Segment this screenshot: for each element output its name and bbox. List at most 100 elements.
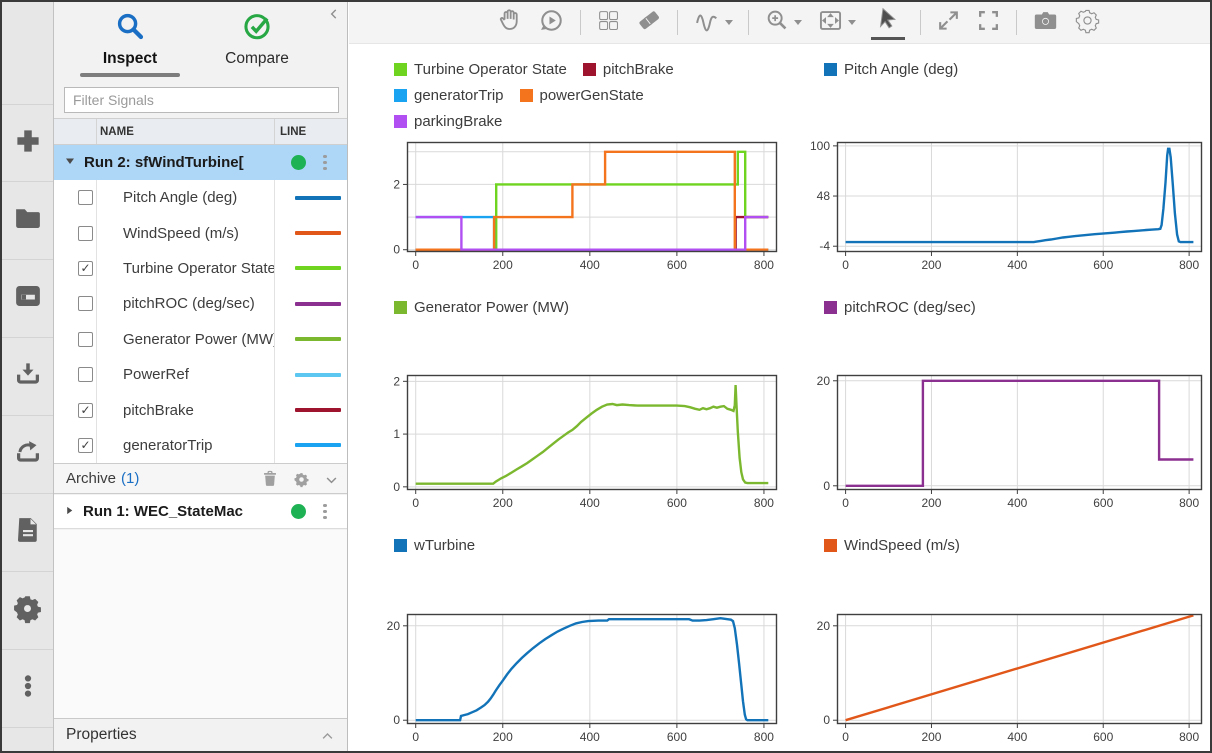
import-button[interactable]: [2, 338, 53, 416]
pointer-arrow-icon: [876, 6, 900, 35]
trash-icon[interactable]: [260, 469, 280, 493]
subplot-layout-button[interactable]: [596, 8, 621, 38]
run2-status-dot: [291, 155, 306, 170]
run1-label: Run 1: WEC_StateMac: [83, 503, 243, 520]
legend-item: WindSpeed (m/s): [824, 537, 960, 554]
toolbar-divider: [748, 10, 749, 35]
report-button[interactable]: [2, 494, 53, 572]
run-row-run2[interactable]: Run 2: sfWindTurbine[: [54, 145, 347, 180]
archive-gear-icon[interactable]: [293, 471, 310, 492]
triangle-down-icon[interactable]: [64, 154, 76, 171]
legend-generator-power-chart: Generator Power (MW): [394, 299, 744, 325]
signal-checkbox[interactable]: [78, 332, 93, 347]
signals-menu-button[interactable]: [693, 6, 733, 39]
zoom-in-button[interactable]: [764, 7, 802, 38]
properties-bar[interactable]: Properties: [54, 718, 347, 751]
signal-checkbox[interactable]: [78, 190, 93, 205]
signal-name: Turbine Operator State: [96, 251, 275, 286]
svg-text:100: 100: [810, 139, 830, 153]
plot-generator-power-chart[interactable]: 0200400600800012: [407, 375, 777, 490]
toolbar-divider: [677, 10, 678, 35]
expand-button[interactable]: [936, 8, 961, 38]
svg-text:0: 0: [842, 496, 849, 510]
svg-text:800: 800: [1179, 730, 1199, 744]
legend-wturbine-chart: wTurbine: [394, 537, 744, 563]
svg-text:20: 20: [387, 619, 401, 633]
signal-line-swatch[interactable]: [295, 302, 341, 306]
import-icon: [13, 359, 43, 394]
legend-item: powerGenState: [520, 87, 644, 104]
eraser-button[interactable]: [636, 7, 662, 38]
signal-row[interactable]: pitchROC (deg/sec): [54, 286, 347, 321]
archive-collapse-chevron-icon[interactable]: [324, 473, 339, 492]
legend-item: generatorTrip: [394, 87, 504, 104]
signal-line-swatch[interactable]: [295, 196, 341, 200]
signal-row[interactable]: ✓ Turbine Operator State: [54, 251, 347, 286]
signal-line-swatch[interactable]: [295, 231, 341, 235]
settings-button[interactable]: [1074, 7, 1101, 39]
toolbar-divider: [920, 10, 921, 35]
signal-checkbox[interactable]: [78, 367, 93, 382]
legend-item: wTurbine: [394, 537, 475, 554]
signal-line-swatch[interactable]: [295, 373, 341, 377]
svg-text:800: 800: [1179, 258, 1199, 272]
svg-text:600: 600: [1093, 730, 1113, 744]
fit-to-view-button[interactable]: [817, 7, 856, 39]
save-button[interactable]: [2, 260, 53, 338]
signal-row[interactable]: Pitch Angle (deg): [54, 180, 347, 215]
simulation-data-inspector-window: Inspect Compare NAME LINE Run 2: sfWindT…: [0, 0, 1212, 753]
run2-label: Run 2: sfWindTurbine[: [84, 154, 244, 171]
triangle-right-icon[interactable]: [64, 503, 75, 520]
svg-text:400: 400: [1007, 730, 1027, 744]
run2-menu-icon[interactable]: [323, 155, 327, 171]
svg-text:20: 20: [817, 374, 831, 388]
signal-line-swatch[interactable]: [295, 337, 341, 341]
signal-checkbox[interactable]: ✓: [78, 261, 93, 276]
export-button[interactable]: [2, 416, 53, 494]
plot-states-chart[interactable]: 020040060080002: [407, 142, 777, 252]
signal-row[interactable]: ✓ generatorTrip: [54, 428, 347, 463]
run1-menu-icon[interactable]: [323, 504, 327, 520]
svg-text:2: 2: [393, 177, 400, 191]
signal-line-swatch[interactable]: [295, 266, 341, 270]
add-button[interactable]: [2, 104, 53, 182]
signal-checkbox[interactable]: [78, 296, 93, 311]
signal-row[interactable]: ✓ pitchBrake: [54, 392, 347, 427]
signal-checkbox[interactable]: ✓: [78, 403, 93, 418]
signal-checkbox[interactable]: [78, 226, 93, 241]
signal-checkbox[interactable]: ✓: [78, 438, 93, 453]
legend-pitchroc-chart: pitchROC (deg/sec): [824, 299, 1204, 325]
filter-signals-input[interactable]: [64, 87, 339, 113]
plot-pitch-angle-chart[interactable]: 0200400600800-448100: [837, 142, 1202, 252]
tab-compare[interactable]: Compare: [202, 10, 312, 68]
pointer-arrow-button[interactable]: [871, 6, 905, 40]
plot-wturbine-chart[interactable]: 0200400600800020: [407, 614, 777, 724]
chevron-down-icon: [794, 20, 802, 25]
preferences-button[interactable]: [2, 572, 53, 650]
snapshot-camera-icon: [1032, 7, 1059, 39]
plot-windspeed-chart[interactable]: 0200400600800020: [837, 614, 1202, 724]
properties-chevron-up-icon[interactable]: [320, 729, 335, 749]
signal-line-swatch[interactable]: [295, 443, 341, 447]
open-button[interactable]: [2, 182, 53, 260]
signal-line-swatch[interactable]: [295, 408, 341, 412]
pan-hand-button[interactable]: [497, 7, 523, 38]
tab-compare-label: Compare: [202, 50, 312, 68]
pan-hand-icon: [497, 7, 523, 38]
snapshot-button[interactable]: [1032, 7, 1059, 39]
add-icon: [13, 126, 43, 161]
signal-row[interactable]: PowerRef: [54, 357, 347, 392]
plot-pitchroc-chart[interactable]: 0200400600800020: [837, 375, 1202, 490]
more-options-button[interactable]: [2, 650, 53, 728]
replay-icon: [538, 7, 565, 39]
run-row-run1[interactable]: Run 1: WEC_StateMac: [54, 495, 347, 529]
collapse-panel-icon[interactable]: [327, 7, 341, 26]
archive-count: (1): [121, 470, 139, 487]
archive-header[interactable]: Archive (1): [54, 463, 347, 494]
fullscreen-button[interactable]: [976, 8, 1001, 38]
svg-text:0: 0: [412, 730, 419, 744]
replay-button[interactable]: [538, 7, 565, 39]
tab-inspect[interactable]: Inspect: [75, 10, 185, 77]
signal-row[interactable]: WindSpeed (m/s): [54, 215, 347, 250]
signal-row[interactable]: Generator Power (MW): [54, 322, 347, 357]
